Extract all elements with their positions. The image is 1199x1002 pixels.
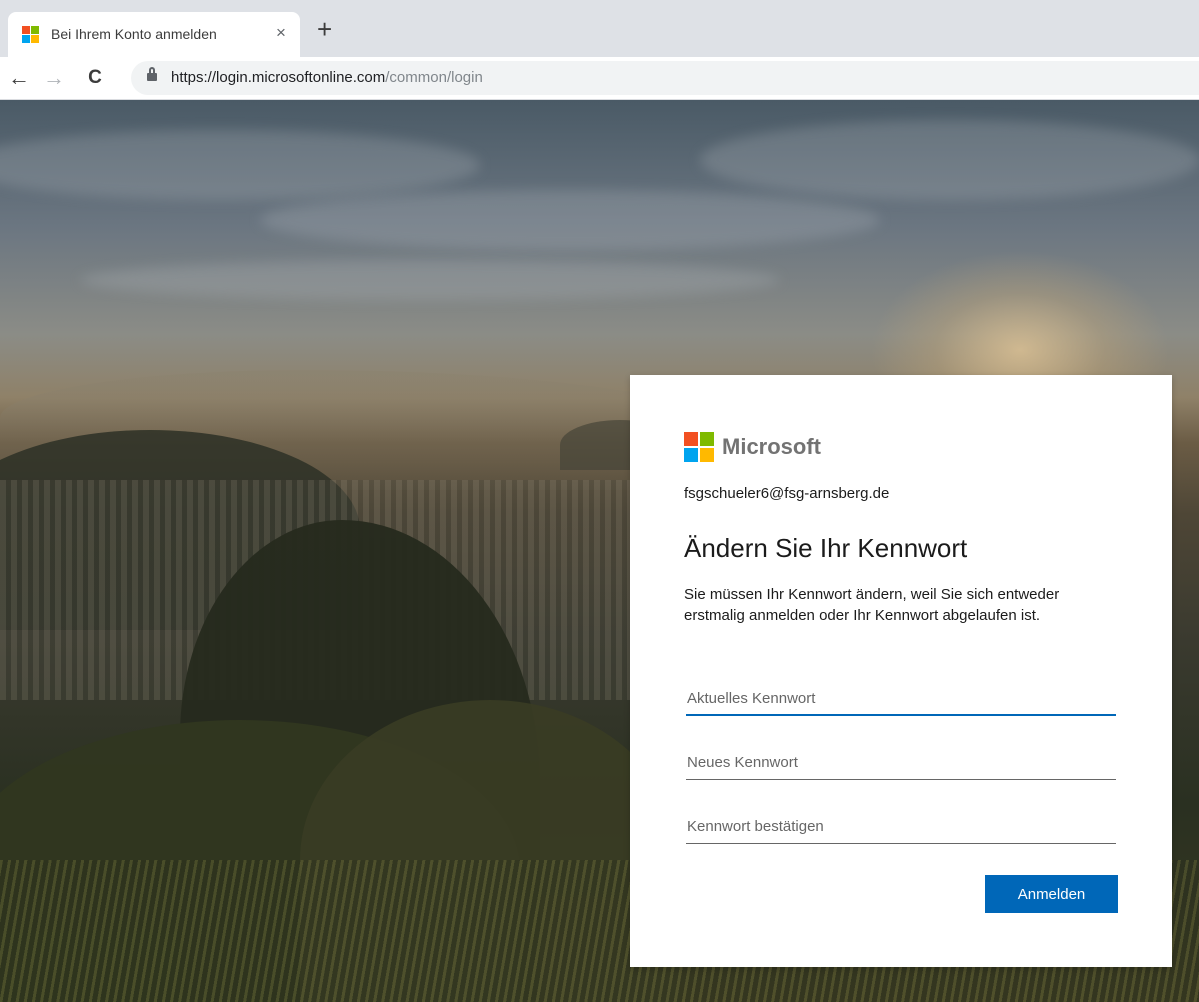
tab-title: Bei Ihrem Konto anmelden (51, 26, 217, 42)
microsoft-logo: Microsoft (684, 432, 821, 462)
close-icon[interactable]: × (276, 24, 286, 42)
confirm-password-field[interactable] (686, 810, 1116, 844)
browser-toolbar: ← → C https://login.microsoftonline.com/… (0, 57, 1199, 100)
new-tab-icon[interactable]: + (317, 15, 332, 43)
browser-tabstrip: Bei Ihrem Konto anmelden × + (0, 0, 1199, 57)
url-text: https://login.microsoftonline.com/common… (171, 69, 483, 86)
url-host: https://login.microsoftonline.com (171, 69, 386, 86)
sign-in-button[interactable]: Anmelden (985, 875, 1118, 913)
back-arrow-icon[interactable]: ← (6, 66, 32, 92)
account-identity: fsgschueler6@fsg-arnsberg.de (684, 485, 890, 502)
microsoft-wordmark: Microsoft (722, 434, 821, 459)
description-text: Sie müssen Ihr Kennwort ändern, weil Sie… (684, 586, 1060, 624)
reload-icon[interactable]: C (82, 66, 108, 92)
url-path: /common/login (385, 69, 483, 86)
browser-tab[interactable]: Bei Ihrem Konto anmelden × (8, 12, 300, 57)
password-change-card: Microsoft fsgschueler6@fsg-arnsberg.de Ä… (630, 375, 1172, 967)
address-bar[interactable]: https://login.microsoftonline.com/common… (131, 61, 1199, 95)
forward-arrow-icon[interactable]: → (41, 66, 67, 92)
microsoft-logo-icon (684, 432, 714, 462)
new-password-field[interactable] (686, 746, 1116, 780)
microsoft-logo-icon (22, 26, 39, 43)
page-title: Ändern Sie Ihr Kennwort (684, 533, 968, 563)
lock-icon (147, 67, 157, 83)
current-password-field[interactable] (686, 682, 1116, 716)
